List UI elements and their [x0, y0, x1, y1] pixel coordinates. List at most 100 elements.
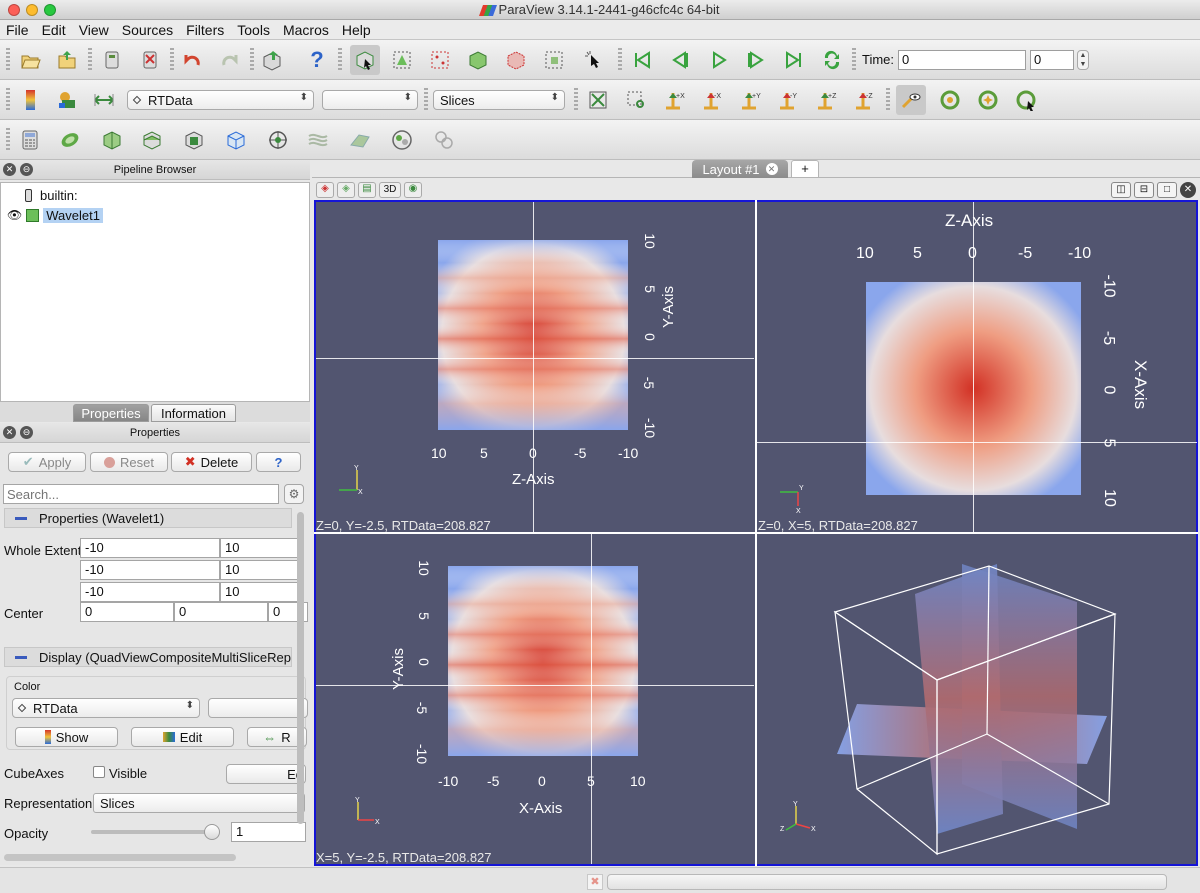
vertical-scrollbar[interactable] [297, 512, 304, 824]
last-frame-icon[interactable] [782, 48, 806, 72]
threshold-icon[interactable] [182, 128, 206, 152]
opacity-field[interactable]: 1 [231, 822, 306, 842]
reset-button[interactable]: Reset [90, 452, 168, 472]
redo-icon[interactable] [218, 48, 242, 72]
next-frame-icon[interactable] [744, 48, 768, 72]
representation-select[interactable]: Slices [93, 793, 305, 813]
view-selection-icon[interactable]: ◈ [337, 182, 355, 198]
stream-tracer-icon[interactable] [306, 128, 330, 152]
center-x-field[interactable]: 0 [80, 602, 174, 622]
select-block-icon[interactable] [542, 48, 566, 72]
reset-camera-icon[interactable] [586, 88, 610, 112]
quad-view-separator-horizontal[interactable] [314, 532, 1198, 534]
capture-view-icon[interactable]: ◈ [316, 182, 334, 198]
delete-button[interactable]: ✖ Delete [171, 452, 252, 472]
pipeline-item-builtin[interactable]: builtin: [25, 187, 78, 203]
menu-edit[interactable]: Edit [42, 22, 66, 38]
zoom-window-button[interactable] [44, 4, 56, 16]
extent-y-max[interactable]: 10 [220, 560, 300, 580]
zoom-to-box-icon[interactable] [624, 88, 648, 112]
camera-undo-icon[interactable]: ▤ [358, 182, 376, 198]
first-frame-icon[interactable] [630, 48, 654, 72]
slice-icon[interactable] [140, 128, 164, 152]
close-view-icon[interactable]: ✕ [1180, 182, 1196, 198]
open-file-icon[interactable] [18, 48, 42, 72]
maximize-view-icon[interactable]: □ [1157, 182, 1177, 198]
menu-filters[interactable]: Filters [186, 22, 224, 38]
calculator-icon[interactable] [18, 128, 42, 152]
select-cells-through-icon[interactable] [466, 48, 490, 72]
color-component-combo[interactable] [208, 698, 308, 718]
glyph-icon[interactable] [266, 128, 290, 152]
play-icon[interactable] [706, 48, 730, 72]
close-window-button[interactable] [8, 4, 20, 16]
undo-icon[interactable] [180, 48, 204, 72]
split-horizontal-icon[interactable]: ◫ [1111, 182, 1131, 198]
cube-axes-edit-button[interactable]: Ed [226, 764, 306, 784]
add-layout-tab[interactable]: + [791, 160, 819, 178]
close-tab-icon[interactable]: ✕ [765, 163, 778, 175]
edit-color-map-icon[interactable] [55, 88, 79, 112]
representation-combo[interactable]: Slices ⬍ [433, 90, 565, 110]
menu-file[interactable]: File [6, 22, 29, 38]
extent-z-min[interactable]: -10 [80, 582, 220, 602]
disconnect-server-icon[interactable] [138, 48, 162, 72]
color-array-combo[interactable]: RTData ⬍ [127, 90, 314, 110]
pick-center-icon[interactable] [976, 88, 1000, 112]
rotate-around-icon[interactable] [1014, 88, 1038, 112]
tab-information[interactable]: Information [151, 404, 236, 422]
opacity-slider-track[interactable] [91, 830, 219, 834]
warp-vector-icon[interactable] [348, 128, 372, 152]
pipeline-item-wavelet1[interactable]: 👁 Wavelet1 [7, 207, 103, 223]
menu-tools[interactable]: Tools [237, 22, 270, 38]
float-dock-icon[interactable]: ⊖ [20, 163, 33, 176]
component-combo[interactable]: ⬍ [322, 90, 418, 110]
timestep-input[interactable]: 0 [1030, 50, 1074, 70]
view-minus-x-icon[interactable]: -X [700, 88, 724, 112]
view-minus-z-icon[interactable]: -Z [852, 88, 876, 112]
view-plus-z-icon[interactable]: +Z [814, 88, 838, 112]
select-cells-on-icon[interactable] [390, 48, 414, 72]
minimize-window-button[interactable] [26, 4, 38, 16]
extent-x-min[interactable]: -10 [80, 538, 220, 558]
help-button[interactable]: ? [256, 452, 301, 472]
help-icon[interactable]: ? [305, 47, 329, 72]
interact-mode-icon[interactable] [350, 45, 380, 75]
interactive-select-icon[interactable] [582, 48, 606, 72]
show-center-axes-icon[interactable] [896, 85, 926, 115]
select-points-on-icon[interactable] [428, 48, 452, 72]
tab-properties[interactable]: Properties [73, 404, 149, 422]
find-data-icon[interactable] [260, 48, 284, 72]
tab-layout-1[interactable]: Layout #1 ✕ [692, 160, 788, 178]
menu-help[interactable]: Help [342, 22, 371, 38]
cube-axes-visible-checkbox[interactable] [93, 766, 105, 778]
previous-frame-icon[interactable] [668, 48, 692, 72]
float-dock-icon[interactable]: ⊖ [20, 426, 33, 439]
menu-view[interactable]: View [79, 22, 109, 38]
group-datasets-icon[interactable] [390, 128, 414, 152]
opacity-slider-handle[interactable] [204, 824, 220, 840]
rescale-range-icon[interactable] [92, 88, 116, 112]
extent-x-max[interactable]: 10 [220, 538, 300, 558]
toggle-3d-button[interactable]: 3D [379, 182, 401, 198]
extract-level-icon[interactable] [432, 128, 456, 152]
show-color-legend-button[interactable]: Show [15, 727, 118, 747]
extract-subset-icon[interactable] [224, 128, 248, 152]
color-by-combo[interactable]: RTData ⬍ [12, 698, 200, 718]
display-section-header[interactable]: Display (QuadViewCompositeMultiSliceRepr… [4, 647, 292, 667]
edit-color-map-button[interactable]: Edit [131, 727, 234, 747]
timestep-spinner[interactable]: ▲ ▼ [1077, 50, 1089, 70]
save-state-icon[interactable] [55, 48, 79, 72]
property-search-input[interactable] [3, 484, 279, 504]
color-legend-icon[interactable] [18, 88, 42, 112]
close-dock-icon[interactable]: ✕ [3, 163, 16, 176]
apply-button[interactable]: ✔ Apply [8, 452, 86, 472]
view-camera-icon[interactable]: ◉ [404, 182, 422, 198]
properties-section-header[interactable]: Properties (Wavelet1) [4, 508, 292, 528]
menu-sources[interactable]: Sources [122, 22, 173, 38]
close-dock-icon[interactable]: ✕ [3, 426, 16, 439]
view-plus-x-icon[interactable]: +X [662, 88, 686, 112]
menu-macros[interactable]: Macros [283, 22, 329, 38]
loop-icon[interactable] [820, 48, 844, 72]
select-points-through-icon[interactable] [504, 48, 528, 72]
